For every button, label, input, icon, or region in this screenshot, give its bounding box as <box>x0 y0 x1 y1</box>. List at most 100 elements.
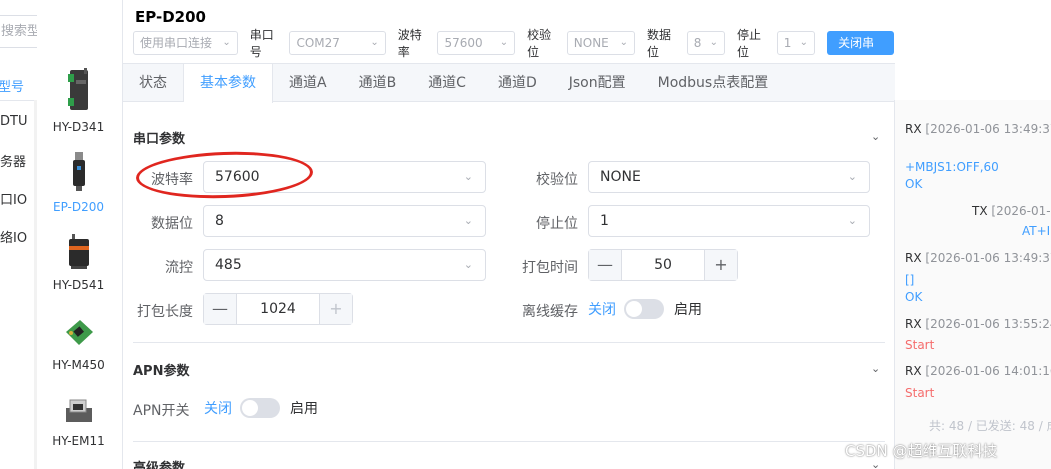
tab-status[interactable]: 状态 <box>123 64 184 102</box>
device-item-hy-d541[interactable]: HY-D541 <box>37 234 120 292</box>
search-input[interactable]: 搜索型号 <box>0 15 37 48</box>
log-entry: RX [2026-01-06 14:01:16. <box>905 364 1051 378</box>
tab-channel-d[interactable]: 通道D <box>482 64 553 102</box>
ethernet-module-icon <box>65 399 92 422</box>
pack-length-stepper: — 1024 + <box>203 293 353 325</box>
switch-on-label: 启用 <box>290 401 318 417</box>
log-direction: RX <box>905 251 922 265</box>
flow-control-value: 485 <box>215 257 242 273</box>
watermark: CSDN @超维互联科技 <box>845 442 998 460</box>
minus-icon[interactable]: — <box>589 250 622 280</box>
category-sidebar: 搜索型号 型号 DTU 务器 口IO 络IO <box>0 0 37 469</box>
databits-value: 8 <box>693 36 702 50</box>
baud-select[interactable]: 57600 ⌄ <box>437 31 516 55</box>
offline-cache-switch-row: 关闭 启用 <box>588 299 702 319</box>
tab-channel-c[interactable]: 通道C <box>412 64 482 102</box>
connection-mode-select[interactable]: 使用串口连接 ⌄ <box>133 31 238 55</box>
baud-rate-value: 57600 <box>215 169 260 185</box>
chevron-down-icon: ⌄ <box>370 37 379 48</box>
plus-icon[interactable]: + <box>319 294 352 324</box>
device-title: EP-D200 <box>135 8 206 26</box>
tab-channel-a[interactable]: 通道A <box>273 64 343 102</box>
tab-json-config[interactable]: Json配置 <box>553 64 642 102</box>
databits-select[interactable]: 8 ⌄ <box>686 31 726 55</box>
sidebar-item-serial-io[interactable]: 口IO <box>0 189 27 208</box>
sidebar-item-model[interactable]: 型号 <box>0 76 24 95</box>
pack-length-label: 打包长度 <box>137 304 193 320</box>
sidebar-item-server[interactable]: 务器 <box>0 151 26 170</box>
stop-bits-select[interactable]: 1 ⌄ <box>588 205 870 237</box>
stopbits-field-label: 停止位 <box>536 216 578 232</box>
apn-switch-label: APN开关 <box>133 403 190 419</box>
tab-basic-params[interactable]: 基本参数 <box>184 64 273 103</box>
parity-select[interactable]: NONE ⌄ <box>566 31 636 55</box>
chevron-down-icon: ⌄ <box>847 214 857 227</box>
device-item-hy-em11[interactable]: HY-EM11 <box>37 396 120 448</box>
connection-mode-value: 使用串口连接 <box>140 36 213 50</box>
chevron-down-icon: ⌄ <box>619 37 629 48</box>
minus-icon[interactable]: — <box>204 294 237 324</box>
parity-bit-value: NONE <box>600 169 641 185</box>
toggle-knob <box>242 400 258 416</box>
log-content: Start <box>905 386 935 400</box>
divider <box>0 100 37 101</box>
device-item-hy-m450[interactable]: HY-M450 <box>37 316 120 372</box>
baud-label: 波特率 <box>397 28 422 59</box>
pack-time-value[interactable]: 50 <box>622 250 704 280</box>
close-port-button[interactable]: 关闭串口 <box>827 31 894 74</box>
port-value: COM27 <box>296 36 340 50</box>
tab-channel-b[interactable]: 通道B <box>343 64 413 102</box>
parity-field-label: 校验位 <box>536 172 578 188</box>
chevron-down-icon[interactable]: ⌄ <box>871 130 880 143</box>
data-bits-value: 8 <box>215 213 224 229</box>
serial-log-panel: RX [2026-01-06 13:49:37. +MBJS1:OFF,60 O… <box>894 100 1051 469</box>
usb-dongle-icon <box>72 152 85 191</box>
chevron-down-icon: ⌄ <box>709 37 719 48</box>
chevron-down-icon[interactable]: ⌄ <box>871 362 880 375</box>
data-bits-select[interactable]: 8 ⌄ <box>203 205 486 237</box>
device-list: HY-D341 EP-D200 HY-D541 HY-M450 HY-EM11 <box>37 60 120 469</box>
log-content: AT+I <box>1022 224 1051 238</box>
serial-section-title: 串口参数 <box>133 132 186 147</box>
parity-value: NONE <box>573 36 609 50</box>
switch-off-label: 关闭 <box>204 401 232 417</box>
flow-control-select[interactable]: 485 ⌄ <box>203 249 486 281</box>
stopbits-select[interactable]: 1 ⌄ <box>776 31 816 55</box>
baud-rate-select[interactable]: 57600 ⌄ <box>203 161 486 193</box>
device-name: HY-D341 <box>52 120 105 134</box>
baud-value: 57600 <box>444 36 483 50</box>
chevron-down-icon: ⌄ <box>847 170 857 183</box>
stopbits-label: 停止位 <box>737 28 762 59</box>
apn-section-title: APN参数 <box>133 364 190 379</box>
parity-label: 校验位 <box>527 28 552 59</box>
sidebar-item-dtu[interactable]: DTU <box>0 114 27 129</box>
device-name: HY-D541 <box>52 278 105 292</box>
pack-length-value[interactable]: 1024 <box>237 294 319 324</box>
log-entry: RX [2026-01-06 13:49:37. <box>905 251 1051 265</box>
log-direction: RX <box>905 364 922 378</box>
parity-bit-select[interactable]: NONE ⌄ <box>588 161 870 193</box>
offline-cache-toggle[interactable] <box>624 299 664 319</box>
circuit-board-icon <box>65 320 93 345</box>
device-item-hy-d341[interactable]: HY-D341 <box>37 68 120 134</box>
device-name: HY-EM11 <box>52 434 105 448</box>
plus-icon[interactable]: + <box>704 250 737 280</box>
device-item-ep-d200[interactable]: EP-D200 <box>37 152 120 214</box>
port-label: 串口号 <box>249 28 274 59</box>
log-content: OK <box>905 290 923 304</box>
port-select[interactable]: COM27 ⌄ <box>289 31 386 55</box>
advanced-section-title: 高级参数 <box>133 461 186 469</box>
sidebar-item-network-io[interactable]: 络IO <box>0 227 27 246</box>
apn-toggle[interactable] <box>240 398 280 418</box>
baud-field-label: 波特率 <box>151 172 193 188</box>
log-direction: TX <box>972 204 988 218</box>
device-name: EP-D200 <box>52 200 105 214</box>
log-timestamp: [2026-01-0 <box>991 204 1051 218</box>
log-timestamp: [2026-01-06 13:55:24. <box>925 317 1051 331</box>
main-panel: EP-D200 使用串口连接 ⌄ 串口号 COM27 ⌄ 波特率 57600 ⌄… <box>122 0 895 469</box>
log-content: OK <box>905 177 923 191</box>
chevron-down-icon: ⌄ <box>799 37 809 48</box>
tab-modbus-config[interactable]: Modbus点表配置 <box>642 64 785 102</box>
pack-time-label: 打包时间 <box>522 260 578 276</box>
flow-field-label: 流控 <box>165 260 193 276</box>
